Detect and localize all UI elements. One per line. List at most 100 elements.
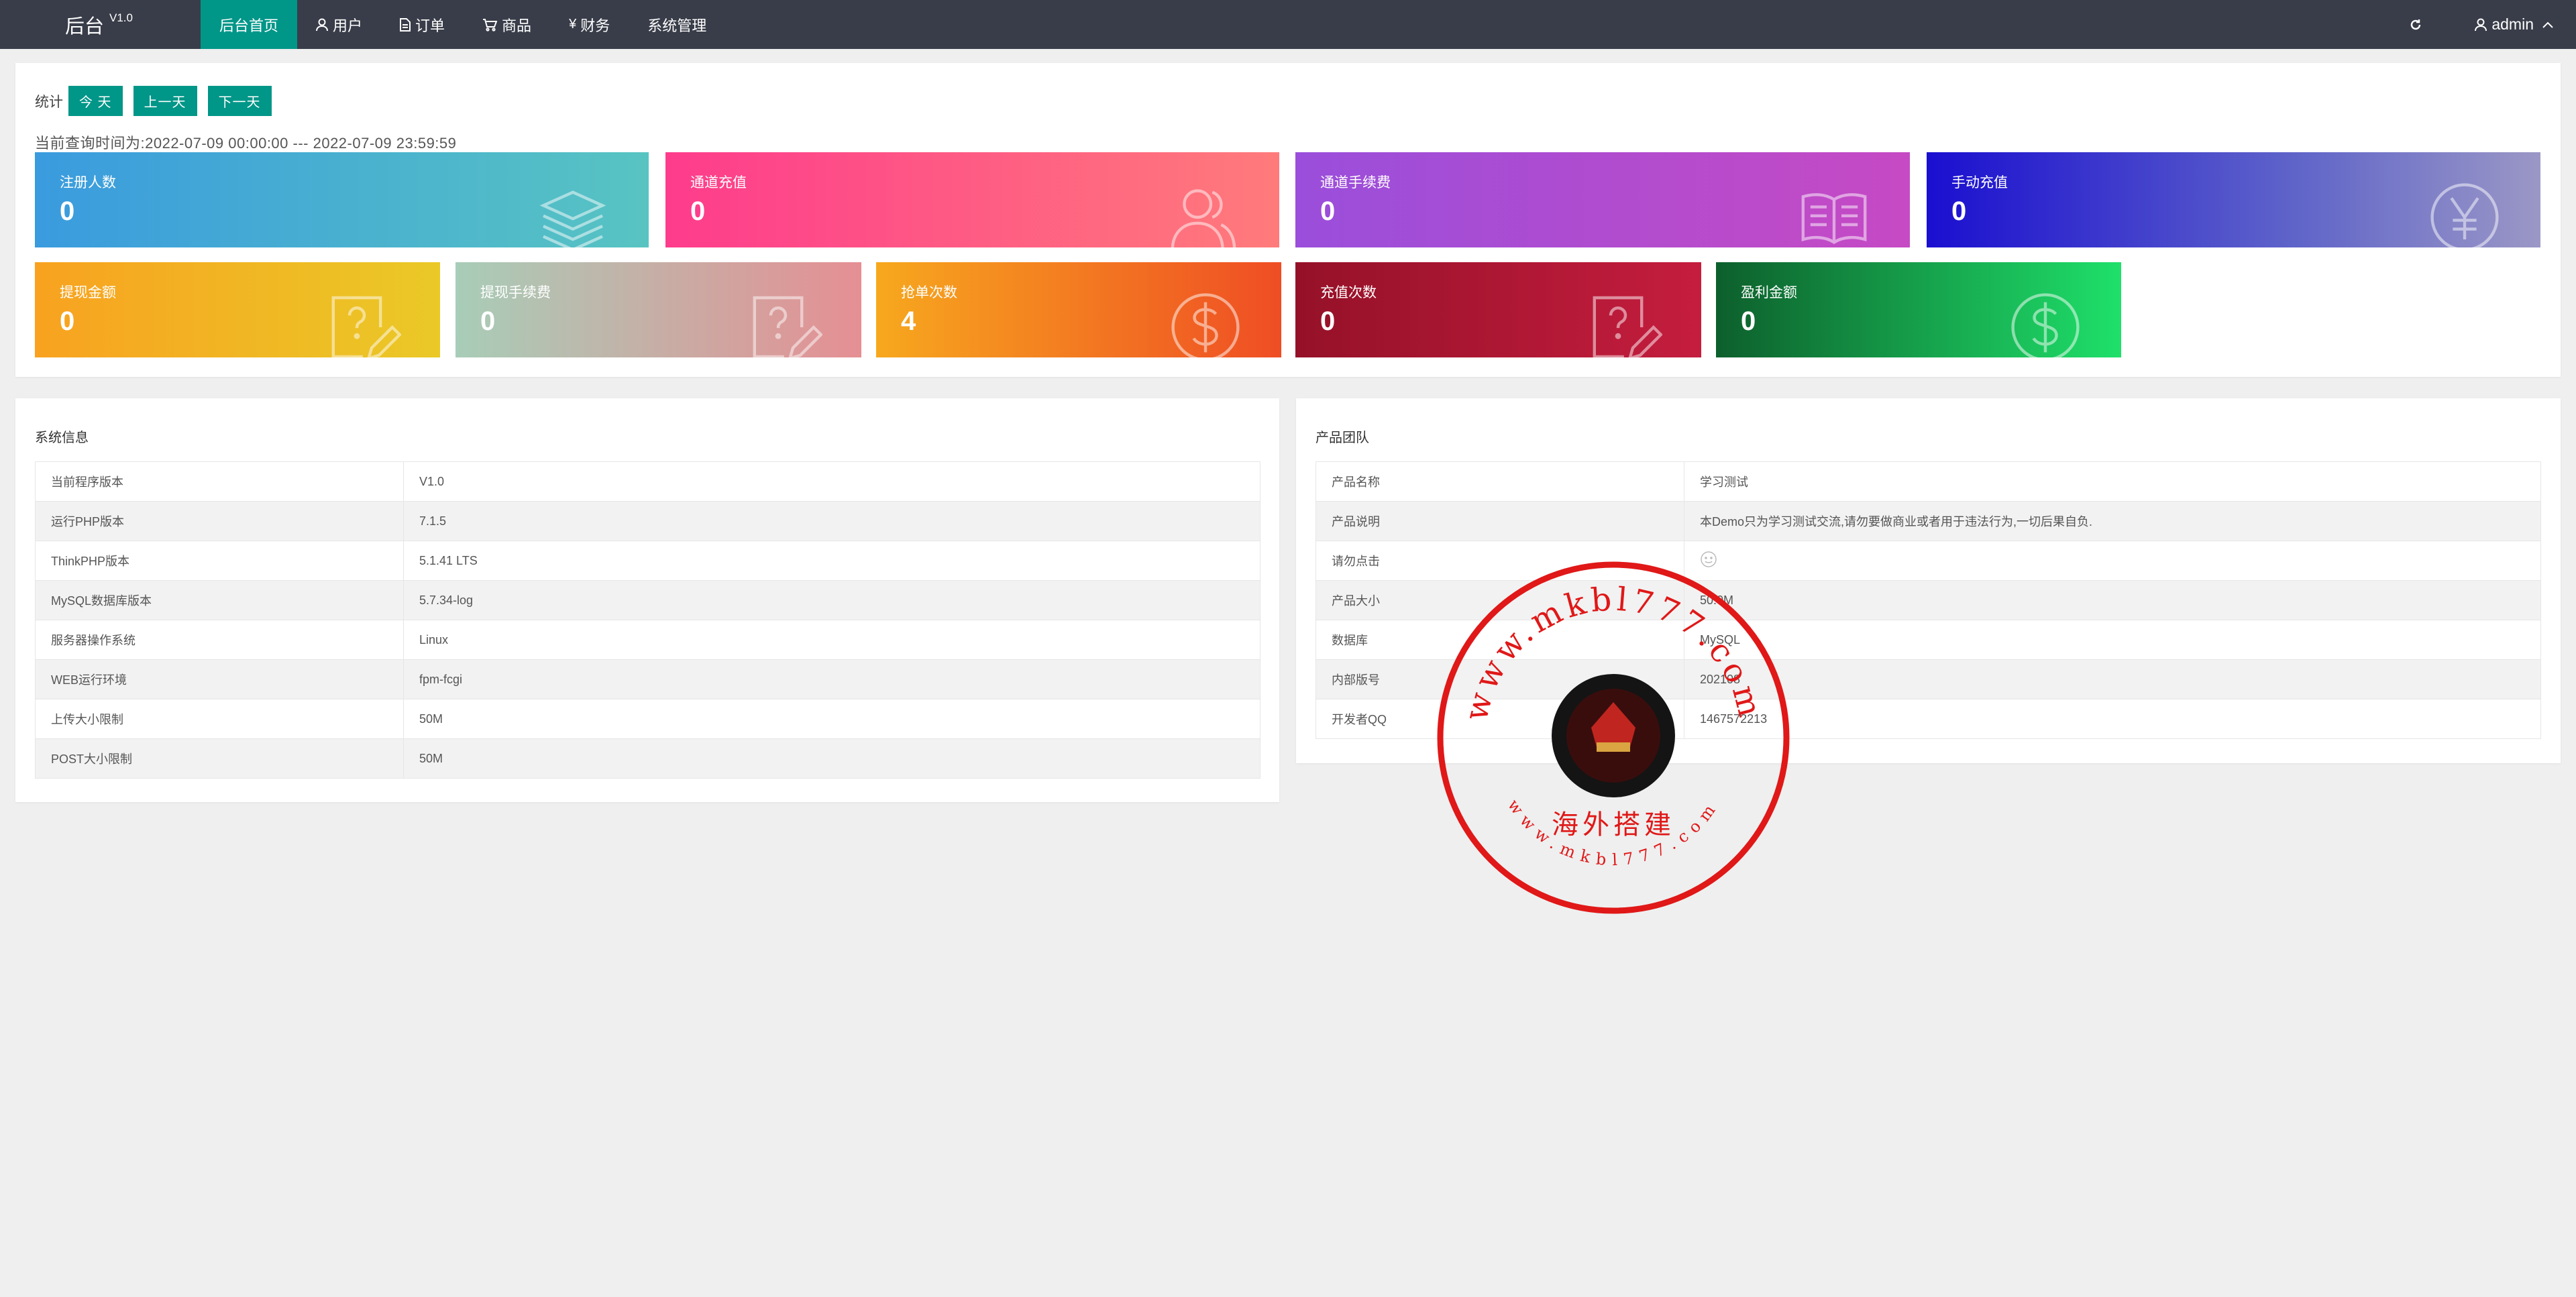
table-row: 运行PHP版本 7.1.5 bbox=[35, 501, 1260, 541]
row-key: POST大小限制 bbox=[35, 738, 404, 779]
top-navbar: 后台 V1.0 后台首页 用户 订单 商品 ¥ 财务 系统管理 admin bbox=[0, 0, 2576, 49]
table-row: ThinkPHP版本 5.1.41 LTS bbox=[35, 541, 1260, 581]
row-value: 5.1.41 LTS bbox=[403, 541, 1260, 581]
stamp-center-text: 海外搭建 bbox=[1552, 809, 1675, 840]
stat-card-value: 0 bbox=[1320, 306, 1336, 336]
app-logo[interactable]: 后台 V1.0 bbox=[65, 7, 133, 42]
row-key: 服务器操作系统 bbox=[35, 620, 404, 660]
stat-card-value: 0 bbox=[60, 196, 75, 226]
row-value bbox=[1684, 541, 2541, 581]
stat-card-title: 手动充值 bbox=[1951, 175, 2008, 190]
table-row: 产品名称 学习测试 bbox=[1316, 461, 2541, 502]
nav-item-label: 用户 bbox=[333, 17, 363, 34]
stat-card-title: 通道手续费 bbox=[1320, 175, 1391, 190]
table-row: 当前程序版本 V1.0 bbox=[35, 461, 1260, 502]
row-key: 当前程序版本 bbox=[35, 461, 404, 502]
stat-card-title: 抢单次数 bbox=[901, 285, 957, 300]
system-info-panel: 系统信息 当前程序版本 V1.0 运行PHP版本 7.1.5 ThinkPHP版本 5… bbox=[15, 398, 1279, 802]
app-title: 后台 bbox=[65, 15, 105, 38]
row-value: Linux bbox=[403, 620, 1260, 660]
stat-card-value: 0 bbox=[60, 306, 75, 336]
stat-card-title: 提现手续费 bbox=[480, 285, 551, 300]
table-row: POST大小限制 50M bbox=[35, 738, 1260, 779]
stat-card-value: 0 bbox=[690, 196, 706, 226]
nav-item-products[interactable]: 商品 bbox=[464, 0, 550, 49]
nav-item-users[interactable]: 用户 bbox=[297, 0, 381, 49]
nav-item-label: 系统管理 bbox=[647, 17, 707, 34]
row-value: 202108 bbox=[1684, 659, 2541, 699]
row-key: 上传大小限制 bbox=[35, 699, 404, 739]
stats-label: 统计 bbox=[35, 94, 63, 110]
nav-item-dashboard[interactable]: 后台首页 bbox=[201, 0, 298, 49]
stat-card-title: 通道充值 bbox=[690, 175, 747, 190]
previous-day-button[interactable]: 上一天 bbox=[133, 86, 197, 116]
panel-title: 产品团队 bbox=[1316, 431, 1369, 445]
row-value: fpm-fcgi bbox=[403, 659, 1260, 699]
stat-card-withdraw-amount: 提现金额 0 bbox=[35, 262, 440, 357]
book-icon bbox=[1801, 193, 1867, 245]
next-day-button[interactable]: 下一天 bbox=[207, 86, 272, 116]
panel-title: 系统信息 bbox=[35, 431, 89, 445]
row-key: 产品名称 bbox=[1316, 461, 1684, 502]
dollar-circle-icon bbox=[1171, 293, 1240, 357]
username: admin bbox=[2491, 15, 2534, 33]
stat-card-channel-recharge: 通道充值 0 bbox=[665, 152, 1279, 247]
row-value: 50M bbox=[403, 738, 1260, 779]
row-key: ThinkPHP版本 bbox=[35, 541, 404, 581]
cart-icon bbox=[483, 18, 498, 32]
row-value: 本Demo只为学习测试交流,请勿要做商业或者用于违法行为,一切后果自负. bbox=[1684, 501, 2541, 541]
user-menu[interactable]: admin bbox=[2440, 0, 2576, 49]
stat-card-value: 0 bbox=[1951, 196, 1967, 226]
query-range-text: 当前查询时间为:2022-07-09 00:00:00 --- 2022-07-… bbox=[35, 135, 457, 152]
question-edit-icon bbox=[753, 296, 822, 357]
table-row: MySQL数据库版本 5.7.34-log bbox=[35, 580, 1260, 620]
layers-icon bbox=[539, 190, 606, 247]
question-edit-icon bbox=[1593, 296, 1662, 357]
row-value: 7.1.5 bbox=[403, 501, 1260, 541]
row-value: MySQL bbox=[1684, 620, 2541, 660]
user-icon bbox=[2475, 18, 2487, 31]
row-key: MySQL数据库版本 bbox=[35, 580, 404, 620]
nav-item-label: 后台首页 bbox=[219, 17, 279, 34]
stat-card-value: 0 bbox=[1741, 306, 1756, 336]
dollar-circle-icon bbox=[2011, 293, 2080, 357]
stat-card-title: 注册人数 bbox=[60, 175, 116, 190]
nav-item-label: 订单 bbox=[415, 17, 445, 34]
stat-card-title: 提现金额 bbox=[60, 285, 116, 300]
refresh-icon bbox=[2411, 19, 2421, 30]
nav-item-orders[interactable]: 订单 bbox=[381, 0, 464, 49]
user-icon bbox=[316, 18, 329, 31]
row-value: 50M bbox=[403, 699, 1260, 739]
document-icon bbox=[400, 17, 411, 32]
nav-item-label: 商品 bbox=[502, 17, 532, 34]
stat-card-channel-fee: 通道手续费 0 bbox=[1295, 152, 1910, 247]
users-icon bbox=[1171, 189, 1236, 247]
table-row: 服务器操作系统 Linux bbox=[35, 620, 1260, 660]
table-row: 上传大小限制 50M bbox=[35, 699, 1260, 739]
row-value: V1.0 bbox=[403, 461, 1260, 502]
row-value: 1467572213 bbox=[1684, 699, 2541, 739]
main-nav: 后台首页 用户 订单 商品 ¥ 财务 系统管理 bbox=[201, 0, 725, 49]
stat-card-grab-count: 抢单次数 4 bbox=[876, 262, 1281, 357]
table-row: WEB运行环境 fpm-fcgi bbox=[35, 659, 1260, 699]
nav-item-system[interactable]: 系统管理 bbox=[629, 0, 725, 49]
row-key: 产品说明 bbox=[1316, 501, 1684, 541]
question-edit-icon bbox=[331, 296, 401, 357]
stat-card-title: 盈利金额 bbox=[1741, 285, 1797, 300]
stat-card-manual-recharge: 手动充值 0 bbox=[1927, 152, 2540, 247]
row-value: 学习测试 bbox=[1684, 461, 2541, 502]
stat-card-value: 0 bbox=[480, 306, 496, 336]
row-value: 5.7.34-log bbox=[403, 580, 1260, 620]
stat-card-withdraw-fee: 提现手续费 0 bbox=[455, 262, 861, 357]
system-info-table: 当前程序版本 V1.0 运行PHP版本 7.1.5 ThinkPHP版本 5.1.41… bbox=[35, 461, 1260, 779]
date-filter: 统计 今 天 上一天 下一天 bbox=[35, 86, 282, 116]
app-version: V1.0 bbox=[109, 11, 133, 24]
nav-item-finance[interactable]: ¥ 财务 bbox=[550, 0, 629, 49]
stat-card-title: 充值次数 bbox=[1320, 285, 1377, 300]
stat-card-profit-amount: 盈利金额 0 bbox=[1716, 262, 2121, 357]
stats-panel: 统计 今 天 上一天 下一天 当前查询时间为:2022-07-09 00:00:… bbox=[15, 63, 2561, 377]
watermark-stamp: www.mkbl777.com 海外搭建 www.mkbl777.com bbox=[1437, 561, 1790, 914]
today-button[interactable]: 今 天 bbox=[68, 86, 123, 116]
stat-card-value: 0 bbox=[1320, 196, 1336, 226]
refresh-button[interactable] bbox=[2392, 0, 2440, 49]
